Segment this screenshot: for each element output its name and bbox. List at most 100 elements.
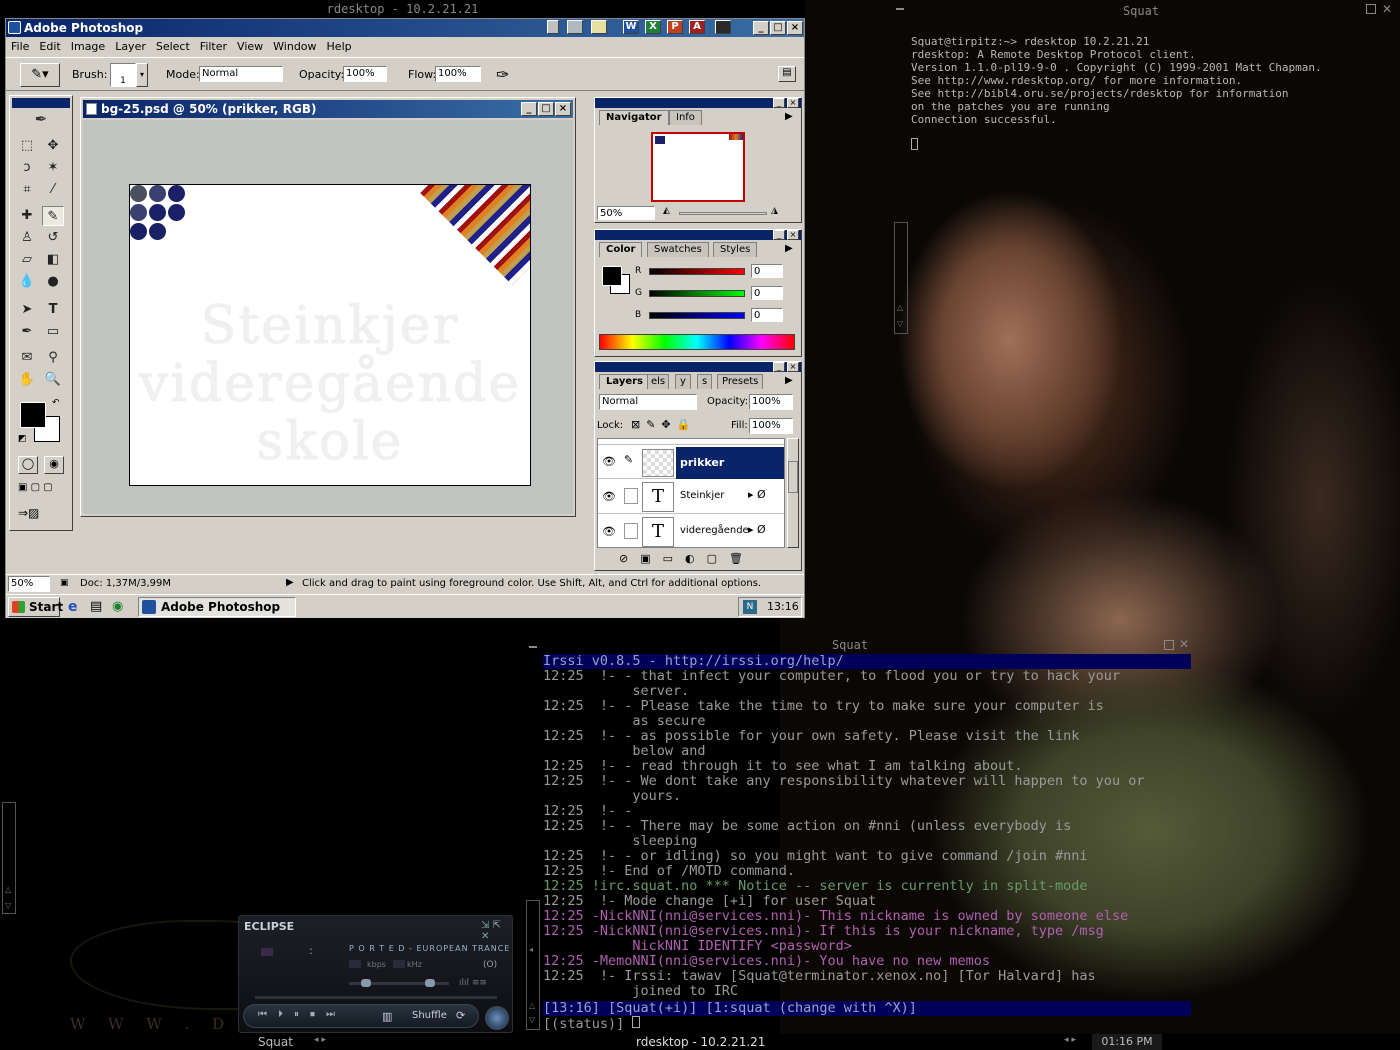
eject-icon[interactable]: ▥ (382, 1010, 392, 1023)
network-icon[interactable]: N (743, 600, 757, 614)
default-colors-icon[interactable]: ◩ (18, 434, 27, 444)
notes-icon[interactable]: ✉ (16, 348, 38, 368)
quick-mask-icon[interactable]: ◉ (44, 456, 64, 474)
menu-image[interactable]: Image (71, 40, 105, 53)
scroll-up-icon[interactable]: △ (897, 303, 903, 312)
b-slider[interactable] (649, 312, 745, 319)
slice-icon[interactable]: ⁄ (42, 180, 64, 200)
blur-icon[interactable]: 💧 (16, 272, 38, 292)
history-brush-icon[interactable]: ↺ (42, 228, 64, 248)
layer-name[interactable]: Steinkjer (680, 490, 724, 501)
menu-window[interactable]: Window (273, 40, 316, 53)
menu-help[interactable]: Help (327, 40, 352, 53)
tab-history[interactable]: s (697, 374, 713, 389)
tab-presets[interactable]: Presets (717, 374, 764, 389)
layer-effects-icon[interactable]: ▸ Ø (748, 488, 766, 501)
maximize-icon[interactable] (1164, 640, 1174, 650)
minimize-icon[interactable] (529, 646, 537, 648)
hand-icon[interactable]: ✋ (16, 370, 38, 390)
desktop-scrollbar[interactable]: △ ▽ (2, 802, 16, 914)
flow-field[interactable]: 100% (435, 66, 481, 82)
lock-icons[interactable]: ⊠✎✥🔒 (631, 418, 696, 431)
excel-icon[interactable]: X (645, 20, 661, 34)
shape-icon[interactable]: ▭ (42, 322, 64, 342)
g-slider[interactable] (649, 290, 745, 297)
tray-app-icon[interactable] (591, 20, 607, 34)
close-icon[interactable]: × (555, 102, 571, 116)
volume-slider[interactable] (349, 979, 449, 987)
adobe-feather-icon[interactable]: ✒ (13, 110, 69, 130)
photoshop-titlebar[interactable]: Adobe Photoshop W X P A _ □ × (6, 19, 804, 37)
status-menu-icon[interactable]: ▶ (286, 577, 294, 588)
transport-buttons[interactable]: ⏮⏵⏸⏹⏭ (258, 1009, 346, 1020)
r-field[interactable]: 0 (751, 264, 783, 278)
magic-wand-icon[interactable]: ✶ (42, 158, 64, 178)
bottom-task-rdesktop[interactable]: rdesktop - 10.2.21.21 (636, 1035, 765, 1049)
opacity-field[interactable]: 100% (343, 66, 387, 82)
tab-navigator[interactable]: Navigator (599, 110, 669, 125)
close-icon[interactable]: × (787, 21, 803, 35)
maximize-icon[interactable] (1366, 4, 1376, 14)
layer-opacity-field[interactable]: 100% (749, 394, 793, 410)
layers-scrollbar[interactable] (787, 438, 799, 548)
scroll-up-icon[interactable]: △ (529, 1001, 535, 1010)
brush-picker[interactable]: 1 (110, 63, 136, 87)
color-ramp[interactable] (599, 334, 795, 350)
lasso-icon[interactable]: ↄ (16, 158, 38, 178)
maximize-icon[interactable]: □ (538, 102, 554, 116)
crop-icon[interactable]: ⌗ (16, 180, 38, 200)
player-window-buttons[interactable]: ⇲ ⇱ ✕ (481, 920, 512, 942)
tab-layers[interactable]: Layers (599, 374, 650, 389)
navigator-thumbnail[interactable] (651, 132, 745, 202)
marquee-icon[interactable]: ⬚ (16, 136, 38, 156)
status-zoom[interactable]: 50% (8, 576, 50, 592)
pager-arrows[interactable]: ◂ ▸ (1064, 1035, 1076, 1045)
maximize-icon[interactable]: □ (770, 21, 786, 35)
zoom-slider[interactable] (679, 212, 767, 215)
palette-titlebar[interactable]: _ × (595, 98, 801, 108)
pager-arrows[interactable]: ◂ ▸ (314, 1035, 326, 1045)
scroll-down-icon[interactable]: ▽ (897, 319, 903, 328)
tab-swatches[interactable]: Swatches (647, 242, 709, 257)
volume-knob[interactable] (361, 979, 371, 987)
eye-icon[interactable]: 👁 (602, 490, 616, 503)
menu-select[interactable]: Select (156, 40, 190, 53)
access-icon[interactable]: A (689, 20, 705, 34)
scrollbar-thumb[interactable] (788, 461, 798, 493)
zoom-icon[interactable]: 🔍 (42, 370, 64, 390)
link-box[interactable] (624, 523, 638, 539)
healing-brush-icon[interactable]: ✚ (16, 206, 38, 226)
layer-buttons[interactable]: ⊘▣▭◐▢🗑 (619, 552, 789, 568)
link-box[interactable] (624, 488, 638, 504)
foreground-color-swatch[interactable] (20, 402, 46, 428)
clone-stamp-icon[interactable]: ♙ (16, 228, 38, 248)
gradient-icon[interactable]: ◧ (42, 250, 64, 270)
tab-color[interactable]: Color (599, 242, 643, 257)
scroll-up-icon[interactable]: △ (5, 885, 11, 894)
irssi-titlebar[interactable]: Squat (540, 638, 1160, 652)
tab-channels[interactable]: els (647, 374, 670, 389)
menu-file[interactable]: File (11, 40, 29, 53)
start-button[interactable]: Start (8, 597, 63, 617)
jump-to-imageready-icon[interactable]: ⇒▨ (18, 506, 39, 520)
palette-titlebar[interactable]: _ × (595, 362, 801, 372)
shuffle-button[interactable]: Shuffle (412, 1010, 447, 1021)
minimize-icon[interactable] (896, 8, 904, 10)
player-orb-icon[interactable] (485, 1006, 509, 1030)
link-brush-icon[interactable]: ✎ (624, 453, 633, 466)
layer-effects-icon[interactable]: ▸ Ø (748, 523, 766, 536)
balance-knob[interactable] (425, 979, 435, 987)
zoom-out-icon[interactable]: ◭ (663, 206, 670, 216)
screen-mode-icon[interactable]: ▣ ▢ ▢ (18, 482, 53, 493)
document-titlebar[interactable]: bg-25.psd @ 50% (prikker, RGB) _ □ × (83, 100, 573, 118)
terminal-scrollbar[interactable]: △ ▽ (894, 222, 908, 334)
scroll-thumb-icon[interactable]: ◂ (529, 945, 533, 954)
brush-dropdown-icon[interactable]: ▾ (136, 63, 148, 87)
pen-icon[interactable]: ✒ (16, 322, 38, 342)
palette-well-icon[interactable]: ▤ (778, 66, 796, 82)
eye-icon[interactable]: 👁 (602, 455, 616, 468)
tray-app-icon[interactable] (567, 20, 583, 34)
toolbox-titlebar[interactable] (12, 98, 70, 108)
media-icon[interactable]: ◉ (112, 599, 123, 614)
tool-preset-picker[interactable]: ✎▾ (20, 63, 60, 87)
